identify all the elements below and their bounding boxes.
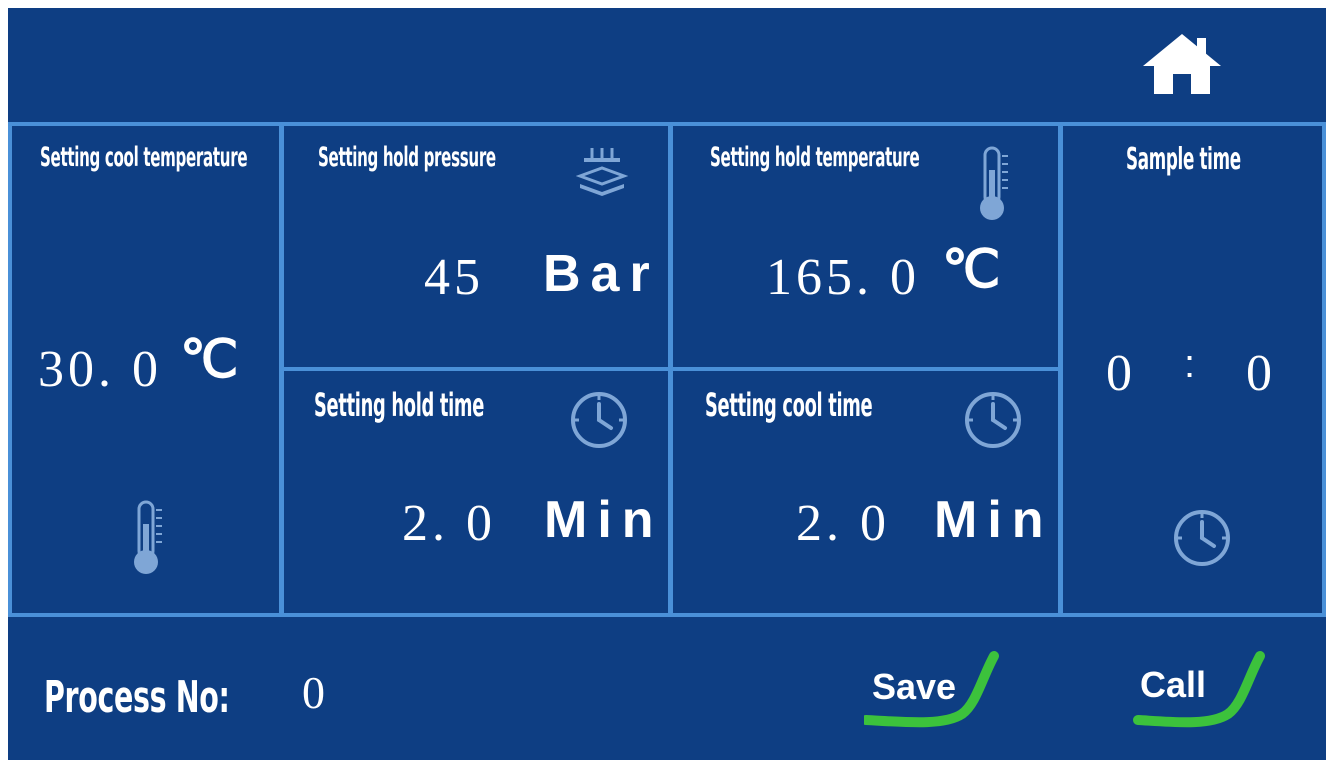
hold-time-value[interactable]: 2. 0: [402, 494, 496, 553]
hold-temperature-title: Setting hold temperature: [710, 142, 920, 173]
cool-temperature-title: Setting cool temperature: [40, 142, 248, 173]
process-number-value[interactable]: 0: [302, 666, 329, 719]
screen: Setting cool temperature 30. 0 ℃ Setting…: [8, 8, 1326, 760]
cool-time-value[interactable]: 2. 0: [796, 494, 890, 553]
sample-time-seconds: 0: [1246, 345, 1276, 402]
thermometer-icon: [128, 498, 168, 578]
sample-time-minutes: 0: [1106, 345, 1136, 402]
hold-pressure-unit: Bar: [543, 245, 660, 303]
cool-time-unit: Min: [934, 491, 1054, 549]
cool-time-title: Setting cool time: [705, 386, 873, 424]
save-button[interactable]: Save: [864, 648, 1004, 732]
thermometer-icon: [974, 144, 1014, 224]
process-number-label: Process No:: [44, 672, 230, 723]
save-label: Save: [872, 666, 957, 707]
hold-pressure-value[interactable]: 45: [424, 248, 484, 307]
hold-pressure-title: Setting hold pressure: [318, 142, 496, 173]
sample-time-title: Sample time: [1126, 142, 1241, 177]
grid-line: [1322, 122, 1326, 617]
grid-line: [8, 613, 1326, 617]
clock-icon: [963, 390, 1023, 450]
cool-temperature-value[interactable]: 30. 0: [38, 340, 162, 399]
grid-line: [8, 122, 1326, 126]
clock-icon: [569, 390, 629, 450]
call-button[interactable]: Call: [1132, 648, 1272, 732]
clock-icon: [1172, 508, 1232, 568]
grid-line: [279, 367, 1063, 371]
press-icon: [575, 146, 629, 196]
cool-temperature-unit: ℃: [180, 331, 239, 389]
grid-line: [8, 122, 12, 617]
home-icon[interactable]: [1141, 30, 1223, 96]
hold-time-title: Setting hold time: [314, 386, 485, 424]
hold-temperature-unit: ℃: [942, 241, 1001, 299]
hold-time-unit: Min: [544, 491, 664, 549]
hold-temperature-value[interactable]: 165. 0: [766, 248, 920, 307]
call-label: Call: [1140, 664, 1207, 705]
sample-time-separator: :: [1184, 342, 1200, 386]
